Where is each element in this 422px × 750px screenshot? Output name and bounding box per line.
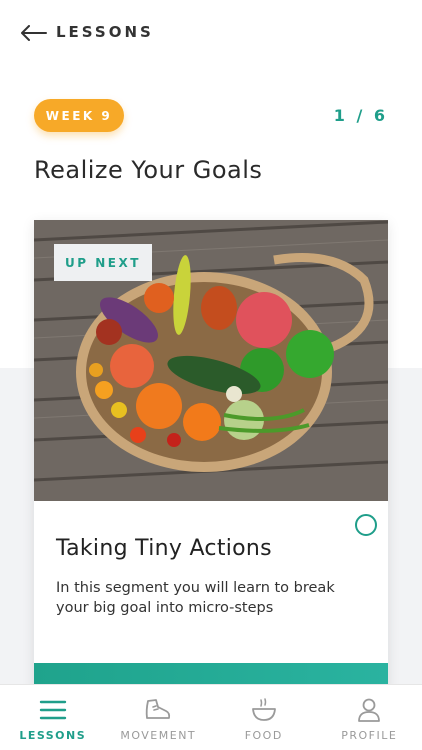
tab-movement[interactable]: MOVEMENT xyxy=(106,685,212,750)
shoe-icon xyxy=(146,699,171,719)
menu-icon xyxy=(39,700,66,720)
arrow-left-icon xyxy=(21,25,47,41)
bowl-icon xyxy=(251,698,276,721)
lesson-description: In this segment you will learn to break … xyxy=(56,580,335,616)
tab-lessons[interactable]: LESSONS xyxy=(0,685,106,750)
lesson-card[interactable]: UP NEXT Taking Tiny Actions In this segm… xyxy=(34,220,388,690)
up-next-badge: UP NEXT xyxy=(54,244,152,281)
lesson-progress: 1 / 6 xyxy=(333,106,388,125)
tab-label: LESSONS xyxy=(19,729,87,742)
lesson-title: Taking Tiny Actions xyxy=(56,536,272,561)
header-title: LESSONS xyxy=(56,23,154,41)
person-icon xyxy=(358,698,381,722)
tab-label: FOOD xyxy=(244,729,283,742)
week-badge: WEEK 9 xyxy=(34,99,124,132)
back-button[interactable] xyxy=(18,20,50,46)
header: LESSONS xyxy=(0,0,422,66)
tab-food[interactable]: FOOD xyxy=(211,685,317,750)
tab-label: MOVEMENT xyxy=(120,729,197,742)
completion-circle-icon[interactable] xyxy=(355,514,377,536)
tab-label: PROFILE xyxy=(341,729,398,742)
bottom-tab-bar: LESSONS MOVEMENT FOOD PROFILE xyxy=(0,684,422,750)
tab-profile[interactable]: PROFILE xyxy=(317,685,422,750)
page-title: Realize Your Goals xyxy=(34,156,263,184)
